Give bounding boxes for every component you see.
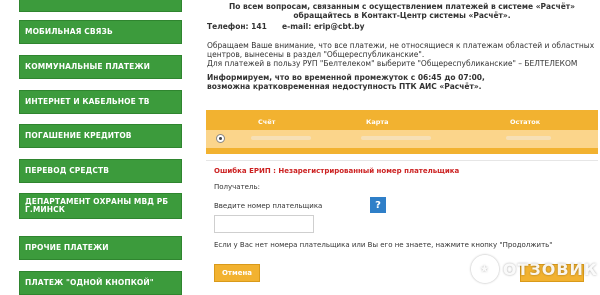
phone-text: Телефон: 141 bbox=[207, 22, 267, 31]
accounts-header: Счёт Карта Остаток bbox=[206, 116, 598, 128]
sidebar-item-transfers[interactable]: Перевод средств bbox=[19, 159, 182, 183]
sidebar-item-label: Погашение кредитов bbox=[25, 130, 132, 140]
payment-form: Ошибка ЕРИП : Незарегистрированный номер… bbox=[206, 160, 598, 292]
sidebar-item-label: Платеж "одной кнопкой" bbox=[25, 277, 154, 287]
contact-center-text: По всем вопросам, связанным с осуществле… bbox=[228, 2, 575, 20]
sidebar-item-mobile[interactable]: Мобильная связь bbox=[19, 20, 182, 44]
continue-button[interactable] bbox=[520, 264, 584, 282]
sidebar-item-security-dept[interactable]: Департамент охраны МВД РБ г.Минск bbox=[19, 193, 182, 219]
payer-number-input[interactable] bbox=[214, 215, 314, 233]
sidebar-item-one-click[interactable]: Платеж "одной кнопкой" bbox=[19, 271, 182, 295]
email-text: e-mail: erip@cbt.by bbox=[282, 22, 365, 31]
account-row[interactable] bbox=[206, 130, 598, 148]
sidebar-item-label: Мобильная связь bbox=[25, 26, 113, 36]
redacted-card bbox=[361, 136, 431, 140]
help-button[interactable]: ? bbox=[370, 197, 386, 213]
sidebar-item-utilities[interactable]: Коммунальные платежи bbox=[19, 55, 182, 79]
column-account: Счёт bbox=[258, 118, 276, 126]
error-message: Ошибка ЕРИП : Незарегистрированный номер… bbox=[214, 167, 460, 175]
sidebar-item-internet-tv[interactable]: Интернет и кабельное ТВ bbox=[19, 90, 182, 114]
sidebar: Мобильная связь Коммунальные платежи Инт… bbox=[0, 0, 200, 295]
sidebar-item-loans[interactable]: Погашение кредитов bbox=[19, 124, 182, 148]
sidebar-item-label: Прочие платежи bbox=[25, 242, 109, 252]
sidebar-item-label: Коммунальные платежи bbox=[25, 61, 151, 71]
sidebar-item-label: Перевод средств bbox=[25, 165, 110, 175]
sidebar-item-other[interactable]: Прочие платежи bbox=[19, 236, 182, 260]
notice-text: Обращаем Ваше внимание, что все платежи,… bbox=[207, 41, 595, 59]
column-card: Карта bbox=[366, 118, 389, 126]
sidebar-item-truncated[interactable] bbox=[19, 0, 182, 12]
beltelecom-text: Для платежей в пользу РУП "Белтелеком" в… bbox=[207, 59, 578, 68]
column-balance: Остаток bbox=[510, 118, 541, 126]
recipient-label: Получатель: bbox=[214, 183, 260, 191]
hint-text: Если у Вас нет номера плательщика или Вы… bbox=[214, 241, 553, 249]
payer-number-label: Введите номер плательщика bbox=[214, 202, 323, 210]
sidebar-item-label: Департамент охраны МВД РБ г.Минск bbox=[25, 196, 169, 214]
maintenance-text: Информируем, что во временной промежуток… bbox=[207, 73, 485, 91]
account-radio[interactable] bbox=[216, 134, 225, 143]
redacted-account bbox=[251, 136, 311, 140]
redacted-balance bbox=[506, 136, 551, 140]
sidebar-item-label: Интернет и кабельное ТВ bbox=[25, 96, 150, 106]
cancel-button[interactable]: Отмена bbox=[214, 264, 260, 282]
accounts-table: Счёт Карта Остаток bbox=[206, 110, 598, 154]
